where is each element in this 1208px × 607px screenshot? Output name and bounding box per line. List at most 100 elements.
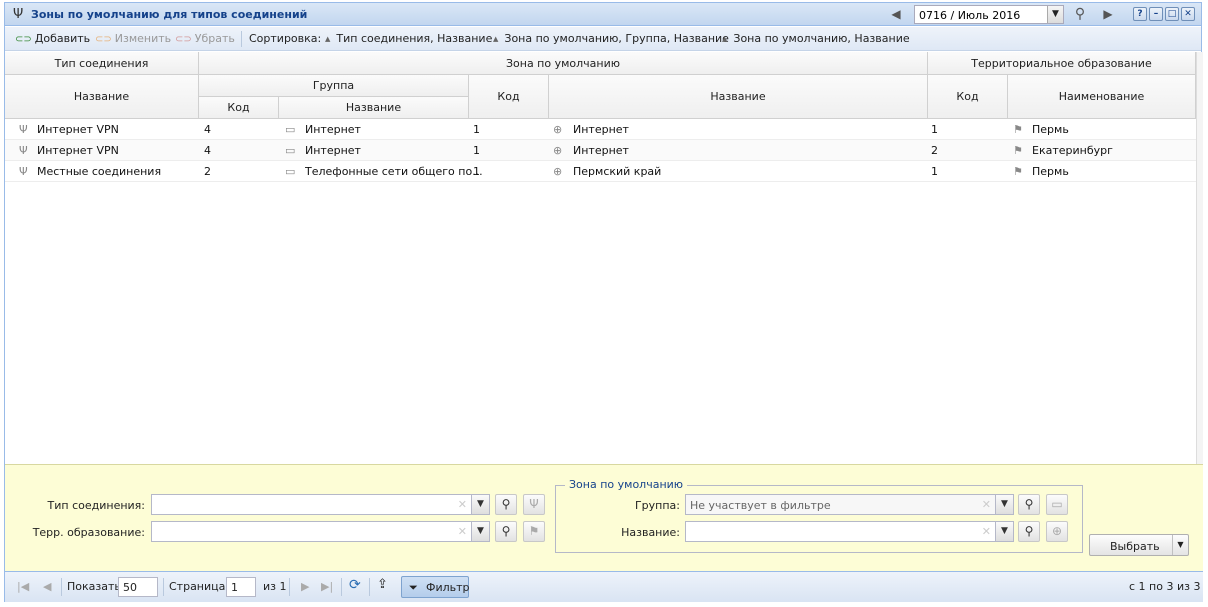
group-label: Группа: bbox=[634, 499, 680, 512]
pager-divider bbox=[163, 578, 164, 596]
cell-group-name: Телефонные сети общего по... bbox=[305, 165, 483, 178]
cell-zone-code: 1 bbox=[473, 165, 480, 178]
search-icon[interactable]: ⚲ bbox=[1018, 494, 1040, 515]
clear-icon[interactable]: ✕ bbox=[458, 498, 467, 511]
flag-icon[interactable]: ⚑ bbox=[523, 521, 545, 542]
remove-button[interactable]: ⊂⊃ Убрать bbox=[175, 32, 235, 45]
terr-combo[interactable]: ✕ ▼ bbox=[151, 521, 490, 542]
chevron-down-icon[interactable]: ▼ bbox=[1047, 6, 1063, 23]
globe-icon: ⊕ bbox=[553, 123, 563, 136]
header-group-name[interactable]: Название bbox=[279, 97, 469, 119]
globe-icon[interactable]: ⊕ bbox=[1046, 521, 1068, 542]
sort-option-zone-name[interactable]: ▲ Зона по умолчанию, Название bbox=[722, 32, 910, 45]
clear-icon[interactable]: ✕ bbox=[982, 498, 991, 511]
page-input[interactable]: 1 bbox=[226, 577, 256, 597]
table-row[interactable]: Ψ Интернет VPN 4 ▭ Интернет 1 ⊕ Интернет… bbox=[5, 119, 1196, 140]
search-icon[interactable]: ⚲ bbox=[1071, 6, 1089, 23]
header-terr-code[interactable]: Код bbox=[928, 75, 1008, 119]
chevron-down-icon[interactable]: ▼ bbox=[995, 522, 1013, 541]
table-row[interactable]: Ψ Интернет VPN 4 ▭ Интернет 1 ⊕ Интернет… bbox=[5, 140, 1196, 161]
cell-group-code: 4 bbox=[204, 144, 211, 157]
cell-zone-name: Пермский край bbox=[573, 165, 662, 178]
maximize-button[interactable]: □ bbox=[1165, 7, 1179, 21]
remove-label: Убрать bbox=[194, 32, 235, 45]
link-add-icon: ⊂⊃ bbox=[15, 34, 32, 45]
terr-label: Терр. образование: bbox=[32, 526, 145, 539]
vertical-scrollbar[interactable] bbox=[1196, 52, 1203, 464]
sort-option-label: Зона по умолчанию, Название bbox=[733, 32, 910, 45]
cell-zone-name: Интернет bbox=[573, 123, 629, 136]
cell-terr-code: 2 bbox=[931, 144, 938, 157]
help-button[interactable]: ? bbox=[1133, 7, 1147, 21]
select-button[interactable]: Выбрать ▼ bbox=[1089, 534, 1189, 556]
clear-icon[interactable]: ✕ bbox=[982, 525, 991, 538]
connection-type-icon: Ψ bbox=[19, 123, 28, 136]
grid-body: Ψ Интернет VPN 4 ▭ Интернет 1 ⊕ Интернет… bbox=[5, 119, 1196, 464]
add-label: Добавить bbox=[34, 32, 91, 45]
filter-panel: Тип соединения: ✕ ▼ ⚲ Ψ Терр. образовани… bbox=[5, 464, 1203, 571]
header-zone-name[interactable]: Название bbox=[549, 75, 928, 119]
sort-option-conn-type[interactable]: ▲ Тип соединения, Название bbox=[325, 32, 492, 45]
header-zone-code[interactable]: Код bbox=[469, 75, 549, 119]
minimize-button[interactable]: – bbox=[1149, 7, 1163, 21]
header-territory[interactable]: Территориальное образование bbox=[928, 52, 1196, 75]
cell-zone-name: Интернет bbox=[573, 144, 629, 157]
chevron-down-icon[interactable]: ▼ bbox=[995, 495, 1013, 514]
clear-icon[interactable]: ✕ bbox=[458, 525, 467, 538]
flag-icon: ⚑ bbox=[1013, 165, 1023, 178]
filter-button[interactable]: ⏷ Фильтр bbox=[401, 576, 470, 598]
main-window: Ψ Зоны по умолчанию для типов соединений… bbox=[4, 2, 1203, 602]
sort-option-zone-group[interactable]: ▲ Зона по умолчанию, Группа, Название bbox=[493, 32, 729, 45]
edit-button[interactable]: ⊂⊃ Изменить bbox=[95, 32, 171, 45]
sort-asc-icon: ▲ bbox=[722, 35, 728, 43]
window-title: Зоны по умолчанию для типов соединений bbox=[31, 8, 308, 21]
cell-group-name: Интернет bbox=[305, 123, 361, 136]
chevron-down-icon[interactable]: ▼ bbox=[471, 522, 489, 541]
paging-toolbar: |◀ ◀ Показать 50 Страница 1 из 1 ▶ ▶| ⟳ … bbox=[5, 571, 1203, 602]
export-icon[interactable]: ⇪ bbox=[377, 577, 388, 592]
refresh-icon[interactable]: ⟳ bbox=[349, 577, 361, 593]
flag-icon: ⚑ bbox=[1013, 144, 1023, 157]
group-value: Не участвует в фильтре bbox=[690, 499, 831, 512]
prev-period-button[interactable]: ◀ bbox=[887, 6, 905, 23]
first-page-icon[interactable]: |◀ bbox=[17, 580, 29, 593]
edit-label: Изменить bbox=[114, 32, 172, 45]
prev-page-icon[interactable]: ◀ bbox=[43, 580, 51, 593]
pager-divider bbox=[61, 578, 62, 596]
cell-terr-code: 1 bbox=[931, 165, 938, 178]
chevron-down-icon[interactable]: ▼ bbox=[1172, 535, 1188, 555]
close-button[interactable]: ✕ bbox=[1181, 7, 1195, 21]
folder-icon[interactable]: ▭ bbox=[1046, 494, 1068, 515]
search-icon[interactable]: ⚲ bbox=[495, 521, 517, 542]
search-icon[interactable]: ⚲ bbox=[1018, 521, 1040, 542]
header-conn-name[interactable]: Название bbox=[5, 75, 199, 119]
cell-conn-name: Местные соединения bbox=[37, 165, 162, 178]
header-default-zone[interactable]: Зона по умолчанию bbox=[199, 52, 928, 75]
filter-button-label: Фильтр bbox=[426, 581, 470, 594]
header-conn-type[interactable]: Тип соединения bbox=[5, 52, 199, 75]
cell-terr-name: Екатеринбург bbox=[1032, 144, 1113, 157]
folder-icon: ▭ bbox=[285, 144, 296, 157]
toolbar-divider bbox=[241, 31, 242, 47]
header-group[interactable]: Группа bbox=[199, 75, 469, 97]
name-combo[interactable]: ✕ ▼ bbox=[685, 521, 1014, 542]
connection-type-icon[interactable]: Ψ bbox=[523, 494, 545, 515]
next-page-icon[interactable]: ▶ bbox=[301, 580, 309, 593]
add-button[interactable]: ⊂⊃ Добавить bbox=[15, 32, 90, 45]
page-size-input[interactable]: 50 bbox=[118, 577, 158, 597]
header-terr-name[interactable]: Наименование bbox=[1008, 75, 1196, 119]
group-combo[interactable]: Не участвует в фильтре ✕ ▼ bbox=[685, 494, 1014, 515]
header-group-code[interactable]: Код bbox=[199, 97, 279, 119]
table-row[interactable]: Ψ Местные соединения 2 ▭ Телефонные сети… bbox=[5, 161, 1196, 182]
chevron-down-icon[interactable]: ▼ bbox=[471, 495, 489, 514]
period-select[interactable]: 0716 / Июль 2016 ▼ bbox=[914, 5, 1064, 24]
globe-icon: ⊕ bbox=[553, 144, 563, 157]
next-period-button[interactable]: ▶ bbox=[1099, 6, 1117, 23]
cell-terr-name: Пермь bbox=[1032, 165, 1069, 178]
conn-type-label: Тип соединения: bbox=[47, 499, 145, 512]
conn-type-combo[interactable]: ✕ ▼ bbox=[151, 494, 490, 515]
search-icon[interactable]: ⚲ bbox=[495, 494, 517, 515]
flag-icon: ⚑ bbox=[1013, 123, 1023, 136]
cell-conn-name: Интернет VPN bbox=[37, 144, 119, 157]
last-page-icon[interactable]: ▶| bbox=[321, 580, 333, 593]
